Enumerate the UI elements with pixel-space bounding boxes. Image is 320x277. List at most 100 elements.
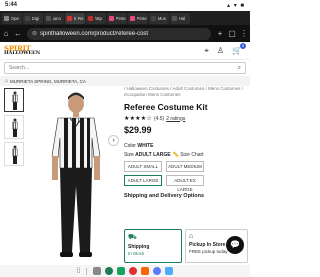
size-value: ADULT LARGE: [135, 152, 171, 158]
size-chart-link[interactable]: 📏 Size Chart: [173, 152, 204, 158]
thumbnail-2[interactable]: [4, 115, 24, 139]
tab-count-icon[interactable]: ▢: [226, 29, 238, 38]
site-header: SPIRIT HALLOWEEN ⌖ ♙ 🛒 0: [0, 42, 250, 60]
chat-button[interactable]: 💬: [226, 236, 244, 254]
shipping-title: Shipping: [128, 244, 150, 250]
tab-favicon-icon: [109, 15, 114, 21]
tab-label: http: [94, 15, 103, 21]
status-time: 5:44: [5, 2, 18, 8]
browser-tab[interactable]: Pinte: [107, 12, 127, 24]
tab-label: Ope: [10, 15, 20, 21]
tab-label: Digi: [31, 15, 40, 21]
menu-icon[interactable]: ⋮: [238, 29, 250, 38]
tab-label: Pinte: [115, 15, 126, 21]
tab-label: Hal: [178, 15, 186, 21]
rating-row: ★★★★☆ (4.5) 2 ratings: [124, 115, 248, 123]
referee-thumbnail-image: [12, 91, 18, 110]
store-selector[interactable]: ⌂ MURRIETA SPRING, MURRIETA, CA: [0, 76, 250, 86]
tab-favicon-icon: [151, 15, 156, 21]
tab-favicon-icon: [46, 15, 51, 21]
truck-icon: ⛟: [128, 234, 137, 241]
store-locator-icon[interactable]: ⌖: [204, 46, 209, 56]
browser-tab[interactable]: Mus: [149, 12, 169, 24]
dock-app-icon[interactable]: [93, 267, 102, 275]
size-option-xlarge[interactable]: ADULT EX LARGE: [166, 175, 204, 192]
color-row: Color WHITE: [124, 143, 248, 149]
cart-badge: 0: [240, 43, 246, 49]
status-bar: 5:44 ▴ ▾ ■: [0, 0, 250, 11]
referee-thumbnail-image: [12, 118, 18, 137]
tab-favicon-icon: [88, 15, 93, 21]
product-main-image: [51, 92, 101, 257]
dock-app-icon[interactable]: [153, 267, 162, 275]
browser-tab[interactable]: Pinte: [128, 12, 148, 24]
rating-stars: ★★★★☆: [124, 116, 152, 122]
tab-favicon-icon: [4, 15, 9, 21]
address-bar: ⌂ ← ⊜ spirithalloween.com/product/refere…: [0, 25, 250, 42]
shipping-option[interactable]: ⛟ Shipping In Stock: [124, 229, 182, 263]
browser-tab[interactable]: http: [86, 12, 106, 24]
logo-line2: HALLOWEEN: [4, 50, 40, 56]
rating-value: (4.5): [153, 115, 165, 122]
dock-app-icon[interactable]: [165, 267, 174, 275]
breadcrumb[interactable]: / Halloween Costumes / Adult Costumes / …: [124, 86, 248, 98]
status-icons: ▴ ▾ ■: [227, 3, 245, 9]
tab-label: Pinte: [136, 15, 147, 21]
product-title: Referee Costume Kit: [124, 102, 208, 112]
size-option-large[interactable]: ADULT LARGE: [124, 175, 162, 186]
cart-icon[interactable]: 🛒 0: [232, 43, 246, 56]
tab-favicon-icon: [172, 15, 177, 21]
product-price: $29.99: [124, 125, 152, 135]
size-chart-label: Size Chart: [180, 152, 204, 158]
size-option-medium[interactable]: ADULT MEDIUM: [166, 161, 204, 172]
tab-favicon-icon: [25, 15, 30, 21]
tab-favicon-icon: [130, 15, 135, 21]
color-label: Color: [124, 143, 136, 149]
account-icon[interactable]: ♙: [217, 46, 224, 56]
site-logo[interactable]: SPIRIT HALLOWEEN: [4, 45, 40, 56]
shipping-status: In Stock: [128, 251, 145, 256]
store-icon: ⌂: [5, 78, 9, 84]
search-input[interactable]: [9, 65, 238, 71]
back-icon[interactable]: ←: [12, 29, 24, 38]
dock-app-icon[interactable]: [117, 267, 126, 275]
browser-tab[interactable]: Ope: [2, 12, 22, 24]
size-row: Size ADULT LARGE 📏 Size Chart: [124, 152, 248, 158]
ratings-link[interactable]: 2 ratings: [166, 116, 185, 122]
site-info-icon[interactable]: ⊜: [32, 30, 37, 37]
dock-app-icon[interactable]: [129, 267, 138, 275]
tab-label: jano: [52, 15, 62, 21]
app-dock: ⁞⁞: [0, 265, 250, 277]
search-icon[interactable]: ⌕: [238, 65, 241, 72]
next-image-button[interactable]: ›: [108, 135, 119, 146]
size-label: Size: [124, 152, 134, 158]
product-info: / Halloween Costumes / Adult Costumes / …: [124, 86, 248, 199]
browser-tab[interactable]: Hal: [170, 12, 190, 24]
color-value: WHITE: [137, 143, 154, 149]
dock-app-icon[interactable]: [141, 267, 150, 275]
url-field[interactable]: ⊜ spirithalloween.com/product/referee-co…: [27, 27, 211, 40]
tab-strip: Ope Digi jano S Re http Pinte Pinte Mus Hal: [0, 11, 250, 25]
dock-divider: [86, 267, 88, 275]
browser-tab[interactable]: S Re: [65, 12, 85, 24]
thumbnail-1[interactable]: [4, 88, 24, 112]
tab-label: S Re: [73, 15, 84, 21]
chat-icon: 💬: [230, 240, 240, 249]
referee-thumbnail-image: [12, 145, 18, 164]
url-text: spirithalloween.com/product/referee-cost: [40, 30, 149, 37]
search-bar: ⌕: [4, 62, 246, 74]
thumbnail-list: [4, 88, 26, 169]
dock-app-icon[interactable]: [105, 267, 114, 275]
size-options: ADULT SMALL ADULT MEDIUM ADULT LARGE ADU…: [124, 161, 248, 192]
browser-tab[interactable]: Digi: [23, 12, 43, 24]
store-label: MURRIETA SPRING, MURRIETA, CA: [10, 78, 86, 84]
browser-tab[interactable]: jano: [44, 12, 64, 24]
new-tab-icon[interactable]: +: [214, 29, 226, 38]
thumbnail-3[interactable]: [4, 142, 24, 166]
tab-label: Mus: [157, 15, 167, 21]
apps-grid-icon[interactable]: ⁞⁞: [77, 268, 81, 275]
shipping-heading: Shipping and Delivery Options: [124, 193, 205, 199]
tab-favicon-icon: [67, 15, 72, 21]
home-icon[interactable]: ⌂: [0, 29, 12, 38]
size-option-small[interactable]: ADULT SMALL: [124, 161, 162, 172]
